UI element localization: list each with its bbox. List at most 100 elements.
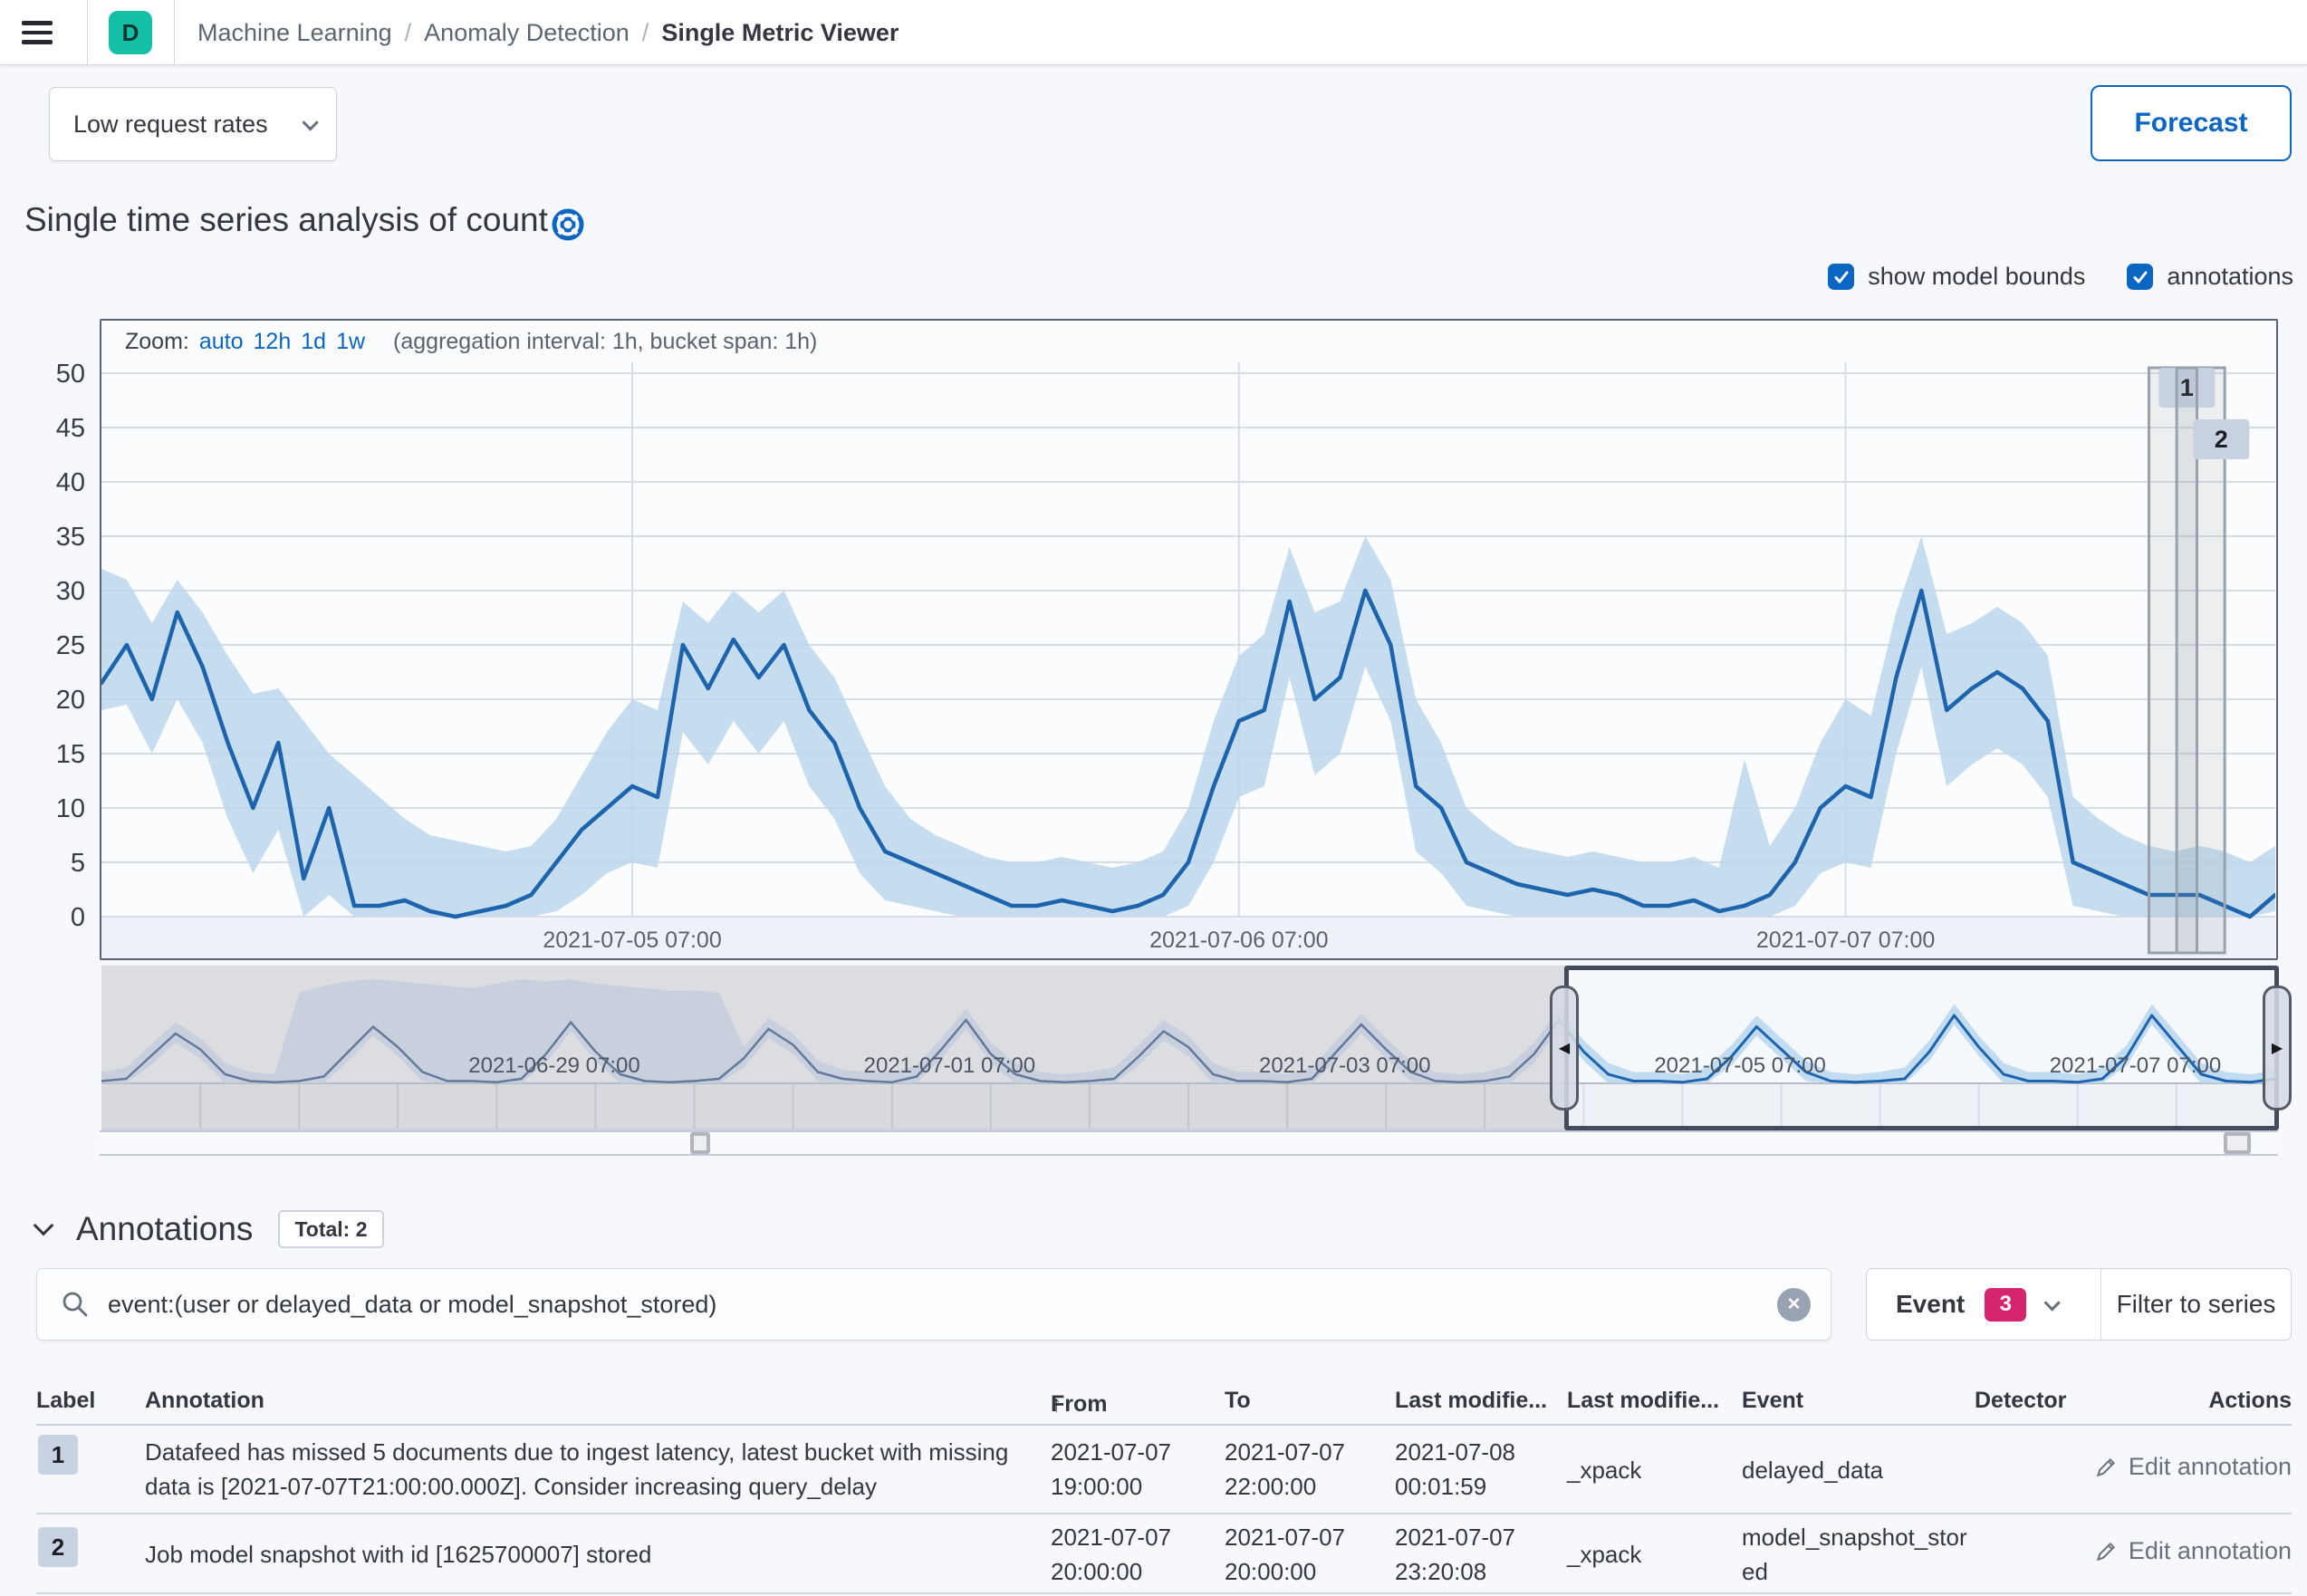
breadcrumb-single-metric-viewer: Single Metric Viewer bbox=[661, 19, 899, 47]
from-time: 19:00:00 bbox=[1051, 1469, 1171, 1504]
clear-search-icon[interactable]: × bbox=[1777, 1288, 1811, 1322]
zoom-link-auto[interactable]: auto bbox=[199, 329, 244, 355]
top-navigation-bar: D Machine Learning / Anomaly Detection /… bbox=[0, 0, 2307, 65]
show-model-bounds-label: show model bounds bbox=[1868, 263, 2085, 291]
last-modified-time: 23:20:08 bbox=[1395, 1554, 1515, 1589]
edit-annotation-button[interactable]: Edit annotation bbox=[2094, 1453, 2292, 1481]
svg-text:2021-06-29 07:00: 2021-06-29 07:00 bbox=[468, 1053, 640, 1078]
y-axis-tick-label: 25 bbox=[0, 631, 85, 660]
time-selection-brush[interactable] bbox=[1564, 966, 2279, 1130]
y-axis-tick-label: 40 bbox=[0, 468, 85, 497]
th-to[interactable]: To bbox=[1225, 1388, 1251, 1414]
chevron-down-icon bbox=[302, 114, 318, 130]
event-filter-dropdown[interactable]: Event 3 bbox=[1867, 1269, 2100, 1340]
zoom-label: Zoom: bbox=[125, 329, 189, 355]
focus-chart[interactable]: 122021-07-05 07:002021-07-06 07:002021-0… bbox=[101, 362, 2275, 958]
scrollbar-handle-right[interactable] bbox=[2224, 1132, 2251, 1154]
zoom-link-12h[interactable]: 12h bbox=[254, 329, 292, 355]
pencil-icon bbox=[2094, 1540, 2118, 1563]
y-axis-tick-label: 45 bbox=[0, 414, 85, 443]
zoom-controls: Zoom: auto 12h 1d 1w (aggregation interv… bbox=[101, 321, 2276, 362]
to-date: 2021-07-07 bbox=[1225, 1435, 1345, 1469]
chart-toggles: show model bounds annotations bbox=[1828, 263, 2293, 291]
job-selector-value: Low request rates bbox=[73, 111, 268, 139]
annotations-total-badge: Total: 2 bbox=[278, 1210, 383, 1248]
svg-text:2021-07-03 07:00: 2021-07-03 07:00 bbox=[1259, 1053, 1431, 1078]
last-modified-by: _xpack bbox=[1567, 1537, 1641, 1572]
filter-to-series-button[interactable]: Filter to series bbox=[2100, 1269, 2291, 1340]
job-selector-dropdown[interactable]: Low request rates bbox=[49, 87, 337, 161]
aggregation-note: (aggregation interval: 1h, bucket span: … bbox=[393, 329, 817, 355]
zoom-link-1d[interactable]: 1d bbox=[301, 329, 326, 355]
annotations-filter-group: Event 3 Filter to series bbox=[1866, 1268, 2292, 1341]
sort-ascending-icon: ↑ bbox=[1051, 1391, 1062, 1418]
life-ring-icon bbox=[549, 206, 587, 244]
chevron-down-icon bbox=[2044, 1294, 2061, 1311]
search-input[interactable] bbox=[108, 1291, 1777, 1319]
timeseries-chart-area: 05101520253035404550 Zoom: auto 12h 1d 1… bbox=[0, 319, 2307, 1179]
svg-text:2021-07-05 07:00: 2021-07-05 07:00 bbox=[543, 928, 721, 953]
annotation-label-chip: 1 bbox=[38, 1435, 78, 1475]
last-modified-by: _xpack bbox=[1567, 1453, 1641, 1487]
collapse-chevron-icon[interactable] bbox=[34, 1216, 54, 1236]
annotation-label-chip: 2 bbox=[38, 1527, 78, 1567]
table-row: 1 Datafeed has missed 5 documents due to… bbox=[36, 1426, 2292, 1514]
breadcrumb: Machine Learning / Anomaly Detection / S… bbox=[197, 0, 899, 65]
annotations-title: Annotations bbox=[76, 1210, 253, 1248]
breadcrumb-separator: / bbox=[405, 19, 412, 47]
table-header-row: Label Annotation From ↑ To Last modifie.… bbox=[36, 1384, 2292, 1426]
to-time: 20:00:00 bbox=[1225, 1554, 1345, 1589]
to-time: 22:00:00 bbox=[1225, 1469, 1345, 1504]
breadcrumb-anomaly-detection[interactable]: Anomaly Detection bbox=[424, 19, 630, 47]
y-axis-tick-label: 15 bbox=[0, 740, 85, 769]
event-value: model_snapshot_stored bbox=[1742, 1520, 1968, 1589]
th-last-modified[interactable]: Last modifie... bbox=[1395, 1388, 1547, 1414]
y-axis-tick-label: 30 bbox=[0, 577, 85, 606]
annotations-table: Label Annotation From ↑ To Last modifie.… bbox=[36, 1384, 2292, 1594]
svg-text:2: 2 bbox=[2215, 426, 2228, 453]
space-avatar-badge[interactable]: D bbox=[109, 11, 152, 54]
topbar-divider bbox=[174, 0, 175, 65]
hamburger-menu-icon[interactable] bbox=[22, 14, 62, 52]
y-axis-tick-label: 50 bbox=[0, 360, 85, 389]
topbar-divider bbox=[87, 0, 88, 65]
y-axis-tick-label: 5 bbox=[0, 849, 85, 878]
from-date: 2021-07-07 bbox=[1051, 1435, 1171, 1469]
chart-scrollbar-track[interactable] bbox=[100, 1130, 2278, 1156]
event-filter-count-badge: 3 bbox=[1985, 1288, 2026, 1322]
forecast-button[interactable]: Forecast bbox=[2091, 85, 2292, 161]
breadcrumb-machine-learning[interactable]: Machine Learning bbox=[197, 19, 392, 47]
zoom-link-1w[interactable]: 1w bbox=[336, 329, 365, 355]
th-detector: Detector bbox=[1975, 1388, 2066, 1414]
pencil-icon bbox=[2094, 1456, 2118, 1479]
annotations-checkbox[interactable]: annotations bbox=[2127, 263, 2293, 291]
single-metric-viewer-page: D Machine Learning / Anomaly Detection /… bbox=[0, 0, 2307, 1596]
svg-text:2021-07-06 07:00: 2021-07-06 07:00 bbox=[1149, 928, 1328, 953]
focus-chart-panel: Zoom: auto 12h 1d 1w (aggregation interv… bbox=[100, 319, 2278, 960]
edit-annotation-button[interactable]: Edit annotation bbox=[2094, 1537, 2292, 1565]
th-actions: Actions bbox=[2208, 1388, 2292, 1414]
checkbox-checked-icon bbox=[1828, 264, 1854, 290]
annotations-search-box: × bbox=[36, 1268, 1831, 1341]
annotations-section-header: Annotations Total: 2 bbox=[36, 1210, 384, 1248]
search-icon bbox=[61, 1290, 90, 1319]
last-modified-time: 00:01:59 bbox=[1395, 1469, 1515, 1504]
brush-handle-right[interactable]: ▶ bbox=[2263, 985, 2292, 1110]
from-date: 2021-07-07 bbox=[1051, 1520, 1171, 1554]
brush-handle-left[interactable]: ◀ bbox=[1550, 985, 1579, 1110]
to-date: 2021-07-07 bbox=[1225, 1520, 1345, 1554]
svg-text:2021-07-07 07:00: 2021-07-07 07:00 bbox=[1756, 928, 1935, 953]
th-event[interactable]: Event bbox=[1742, 1388, 1968, 1414]
event-filter-label: Event bbox=[1896, 1290, 1965, 1319]
table-row: 2 Job model snapshot with id [1625700007… bbox=[36, 1514, 2292, 1594]
th-annotation: Annotation bbox=[145, 1388, 1042, 1414]
th-label: Label bbox=[36, 1388, 95, 1414]
th-last-modified-by[interactable]: Last modifie... bbox=[1567, 1388, 1719, 1414]
scrollbar-handle-left[interactable] bbox=[690, 1132, 710, 1154]
y-axis-tick-label: 0 bbox=[0, 903, 85, 932]
annotations-checkbox-label: annotations bbox=[2167, 263, 2293, 291]
show-model-bounds-checkbox[interactable]: show model bounds bbox=[1828, 263, 2085, 291]
y-axis-tick-label: 10 bbox=[0, 794, 85, 823]
event-value: delayed_data bbox=[1742, 1453, 1968, 1487]
last-modified-date: 2021-07-07 bbox=[1395, 1520, 1515, 1554]
